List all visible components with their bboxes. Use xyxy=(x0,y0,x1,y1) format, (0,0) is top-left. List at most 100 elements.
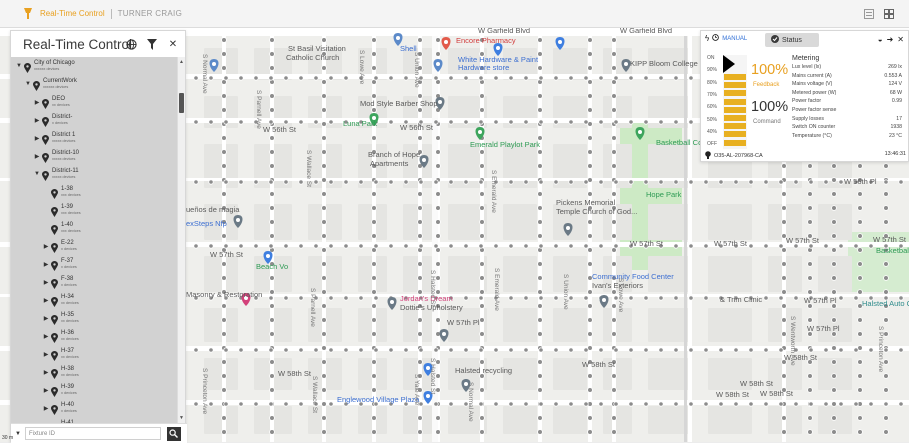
streetlight-dot xyxy=(838,243,844,249)
collapse-arrow-icon[interactable]: ▼ xyxy=(24,81,32,87)
streetlight-dot xyxy=(435,387,441,393)
expand-arrow-icon[interactable]: ▶ xyxy=(33,117,41,124)
fixture-id-input[interactable]: Fixture ID xyxy=(24,427,161,440)
metering-value: 0.99 xyxy=(891,98,902,105)
tree-node[interactable]: ▶ H-34 xx devices xyxy=(42,294,79,307)
streetlight-dot xyxy=(321,303,327,309)
streetlight-dot xyxy=(781,303,787,309)
streetlight-dot xyxy=(538,179,544,185)
map-label: W 58th St xyxy=(760,389,793,398)
scroll-up-icon[interactable]: ▲ xyxy=(179,59,184,65)
tree-node[interactable]: ▶ H-35 xx devices xyxy=(42,312,79,325)
tree-node[interactable]: ▶ H-39 x devices xyxy=(42,384,77,397)
streetlight-dot xyxy=(479,387,485,393)
tree-node[interactable]: 1-40 xxx devices xyxy=(42,222,81,235)
tree-node[interactable]: 1-39 xxx devices xyxy=(42,204,81,217)
expand-arrow-icon[interactable]: ▶ xyxy=(42,261,50,268)
tree-node[interactable]: ▶ E-22 x devices xyxy=(42,240,77,253)
tree-node[interactable]: ▶ F-38 x devices xyxy=(42,276,77,289)
filter-icon[interactable] xyxy=(146,38,158,50)
tree-node-label: F-37 xyxy=(61,258,74,264)
user-name[interactable]: TURNER CRAIG xyxy=(118,9,183,18)
expand-arrow-icon[interactable]: ▶ xyxy=(42,243,50,250)
half-circle-icon[interactable]: ◒ xyxy=(878,35,883,44)
collapse-arrow-icon[interactable]: ▼ xyxy=(33,171,41,177)
expand-arrow-icon[interactable]: ▶ xyxy=(42,333,50,340)
metering-label: Mains current (A) xyxy=(792,72,832,79)
streetlight-dot xyxy=(583,401,589,407)
tree-node[interactable]: ▶ H-36 xx devices xyxy=(42,330,79,343)
device-id: O35-AL-207968-CA xyxy=(714,153,763,159)
list-view-icon[interactable] xyxy=(863,8,875,20)
streetlight-dot xyxy=(321,177,327,183)
tree-node[interactable]: ▼ District-11 xxxxx devices xyxy=(33,168,79,181)
expand-arrow-icon[interactable]: ▶ xyxy=(42,351,50,358)
tree-node[interactable]: ▶ District-x devices xyxy=(33,114,72,127)
streetlight-dot xyxy=(508,179,514,185)
streetlight-dot xyxy=(857,289,863,295)
close-icon[interactable]: ✕ xyxy=(167,38,179,50)
streetlight-dot xyxy=(371,233,377,239)
streetlight-dot xyxy=(435,415,441,421)
tree-node[interactable]: ▼ CurrentWork xxxxxx devices xyxy=(24,78,77,91)
arrow-circle-icon[interactable]: ➜ xyxy=(887,35,894,44)
tree-node[interactable]: ▼ City of Chicago xxxxxx devices xyxy=(15,60,75,73)
streetlight-dot xyxy=(193,347,199,353)
feedback-value: 100% xyxy=(751,62,789,78)
expand-arrow-icon[interactable]: ▶ xyxy=(42,279,50,286)
expand-arrow-icon[interactable]: ▶ xyxy=(42,369,50,376)
streetlight-dot xyxy=(807,373,813,379)
streetlight-dot xyxy=(283,295,289,301)
streetlight-dot xyxy=(523,75,529,81)
close-icon[interactable]: ✕ xyxy=(897,35,904,44)
streetlight-dot xyxy=(433,401,439,407)
search-button[interactable] xyxy=(166,426,181,441)
streetlight-dot xyxy=(388,75,394,81)
tab-manual[interactable]: ϟ MANUAL xyxy=(705,34,747,43)
expand-arrow-icon[interactable]: ▶ xyxy=(42,387,50,394)
tab-status[interactable]: Status xyxy=(765,33,819,47)
tree-node[interactable]: ▶ DEO xx devices xyxy=(33,96,70,109)
tree-scrollbar[interactable]: ▲ ▼ xyxy=(177,57,185,423)
streetlight-dot xyxy=(313,347,319,353)
building-block xyxy=(503,308,537,342)
streetlight-dot xyxy=(628,119,634,125)
streetlight-dot xyxy=(478,347,484,353)
tree-node[interactable]: ▶ H-38 xx devices xyxy=(42,366,79,379)
collapse-arrow-icon[interactable]: ▼ xyxy=(15,63,23,69)
streetlight-dot xyxy=(831,163,837,169)
tree-node-label: H-37 xyxy=(61,348,75,354)
map-label: Pickens Memorial xyxy=(556,198,616,207)
streetlight-dot xyxy=(643,75,649,81)
grid-view-icon[interactable] xyxy=(883,8,895,20)
globe-icon[interactable] xyxy=(125,38,137,50)
app-title[interactable]: Real-Time Control xyxy=(40,9,105,18)
tree-node[interactable]: 1-38 xxx devices xyxy=(42,186,81,199)
streetlight-dot xyxy=(283,347,289,353)
streetlight-dot xyxy=(643,347,649,353)
street-label: S Emerald Ave xyxy=(490,170,497,213)
streetlight-dot xyxy=(371,65,377,71)
streetlight-dot xyxy=(883,401,889,407)
tree-node[interactable]: ▶ H-40 x devices xyxy=(42,402,77,415)
expand-arrow-icon[interactable]: ▶ xyxy=(42,405,50,412)
streetlight-dot xyxy=(537,429,543,435)
expand-arrow-icon[interactable]: ▶ xyxy=(33,153,41,160)
tree-node[interactable]: ▶ F-37 x devices xyxy=(42,258,77,271)
expand-arrow-icon[interactable]: ▶ xyxy=(33,135,41,142)
tree-node[interactable]: ▶ District-10 xxxxx devices xyxy=(33,150,79,163)
expand-arrow-icon[interactable]: ▶ xyxy=(42,297,50,304)
tree-node[interactable]: ▶ H-37 xx devices xyxy=(42,348,79,361)
metering-row: Supply losses 17 xyxy=(792,116,902,122)
expand-arrow-icon[interactable]: ▶ xyxy=(42,315,50,322)
dim-scale-label: 40% xyxy=(707,128,718,135)
streetlight-dot xyxy=(508,75,514,81)
streetlight-dot xyxy=(508,347,514,353)
scroll-thumb[interactable] xyxy=(179,93,184,113)
metering-value: 68 W xyxy=(889,89,902,96)
tree-node[interactable]: ▶ District 1 xxxxx devices xyxy=(33,132,75,145)
expand-arrow-icon[interactable]: ▶ xyxy=(33,99,41,106)
scroll-down-icon[interactable]: ▼ xyxy=(179,415,184,421)
streetlight-dot xyxy=(537,149,543,155)
filter-arrow-icon[interactable]: ▼ xyxy=(15,431,21,437)
